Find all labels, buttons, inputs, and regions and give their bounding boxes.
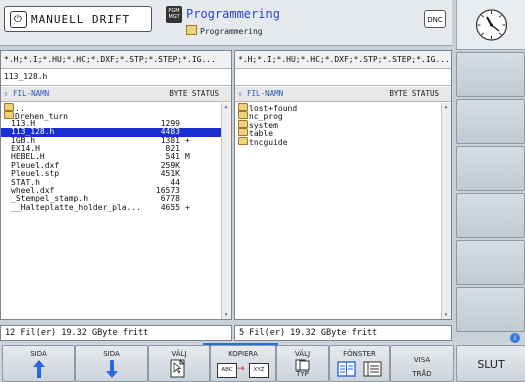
show-tree-bottom-label: TRÅD [412,370,432,378]
file-row[interactable]: __Halteplatte_holder_pla... 4655 + [1,202,222,212]
program-subtitle: Programmering [186,25,263,36]
folder-list: lost+found nc_prog system table tncguide [235,103,442,319]
folder-row[interactable]: tncguide [235,136,442,147]
folder-row[interactable]: table [235,128,442,138]
program-management-icon: PGM MGT [166,6,182,23]
folder-row[interactable]: system [235,119,442,129]
show-tree-top-label: VISA [413,356,431,364]
select-type-top-label: VÄLJ [294,350,311,358]
program-title: Programmering [186,7,280,21]
folder-row[interactable]: .. [1,103,222,113]
folder-icon [238,136,248,145]
arrow-up-icon [33,360,45,378]
folder-icon [4,103,14,111]
copy-target-label: XYZ [249,363,269,378]
scrollbar[interactable]: ▲ ▼ [221,103,231,319]
folder-row[interactable]: lost+found [235,103,442,113]
vertical-softkey-2[interactable] [456,99,525,144]
window-split-icon [337,361,356,377]
mode-title: MANUELL DRIFT [31,13,131,26]
file-list: .. Drehen_turn 113.H 1299 113_128.h 4483 1GB.h… [1,103,222,319]
dnc-badge: DNC [424,10,446,28]
current-path [235,69,451,86]
file-size: 4655 [160,202,180,212]
vertical-softkey-3[interactable] [456,146,525,191]
info-icon[interactable]: i [510,333,520,343]
file-status: M [185,152,190,162]
scrollbar[interactable]: ▲ ▼ [441,103,451,319]
name-column-header[interactable]: ⇧ FIL-NAMN [238,87,283,101]
page-up-label: SIDA [30,350,47,358]
file-status: + [185,202,190,212]
folder-icon [238,111,248,120]
select-type-bottom-label: TYP [296,370,309,378]
mode-indicator[interactable]: ⏻ MANUELL DRIFT [4,6,152,32]
column-header: ⇧ FIL-NAMN BYTE STATUS [1,87,231,102]
folder-icon [238,128,248,137]
window-button[interactable]: FÖNSTER [329,345,390,382]
select-type-button[interactable]: VÄLJ TYP [276,345,329,382]
program-subtitle-text: Programmering [200,27,263,36]
power-icon: ⏻ [10,11,27,28]
copy-button[interactable]: KOPIERA ABC → XYZ [210,345,276,382]
column-header: ⇧ FIL-NAMN BYTE STATUS [235,87,451,102]
clock-icon [475,9,508,41]
folder-icon [238,103,248,111]
end-label: SLUT [477,358,505,371]
right-status-line: 5 Fil(er) 19.32 GByte fritt [234,325,452,341]
window-label: FÖNSTER [343,350,376,358]
file-filter[interactable]: *.H;*.I;*.HU;*.HC;*.DXF;*.STP;*.STEP;*.I… [1,51,231,69]
end-button[interactable]: SLUT [456,345,525,382]
copy-source-label: ABC [217,363,237,378]
current-path: 113_128.h [1,69,231,86]
show-tree-button[interactable]: VISA TRÅD [390,345,454,382]
file-status: + [185,135,190,145]
left-status-line: 12 Fil(er) 19.32 GByte fritt [0,325,232,341]
select-label: VÄLJ [171,350,187,358]
vertical-softkey-1[interactable] [456,52,525,97]
right-file-pane: *.H;*.I;*.HU;*.HC;*.DXF;*.STP;*.STEP;*.I… [234,50,452,320]
copy-icon: ABC → XYZ [215,360,271,378]
folder-icon [238,119,248,128]
select-button[interactable]: VÄLJ [148,345,210,382]
file-name: __Halteplatte_holder_pla... [11,202,142,212]
folder-name: tncguide [238,136,288,147]
clock-panel [456,0,525,50]
vertical-softkey-4[interactable] [456,193,525,238]
name-column-header[interactable]: ⇧ FIL-NAMN [4,87,49,101]
copy-label: KOPIERA [228,350,258,358]
vertical-softkey-6[interactable] [456,287,525,332]
folder-icon [186,25,197,35]
page-up-button[interactable]: SIDA [2,345,75,382]
page-down-label: SIDA [103,350,120,358]
status-column-header[interactable]: BYTE STATUS [389,87,439,101]
status-column-header[interactable]: BYTE STATUS [169,87,219,101]
select-file-icon [170,359,186,378]
page-down-button[interactable]: SIDA [75,345,148,382]
window-single-icon [363,361,382,377]
arrow-down-icon [106,360,118,378]
vertical-softkey-5[interactable] [456,240,525,285]
folder-row[interactable]: nc_prog [235,111,442,121]
left-file-pane: *.H;*.I;*.HU;*.HC;*.DXF;*.STP;*.STEP;*.I… [0,50,232,320]
file-filter[interactable]: *.H;*.I;*.HU;*.HC;*.DXF;*.STP;*.STEP;*.I… [235,51,451,69]
